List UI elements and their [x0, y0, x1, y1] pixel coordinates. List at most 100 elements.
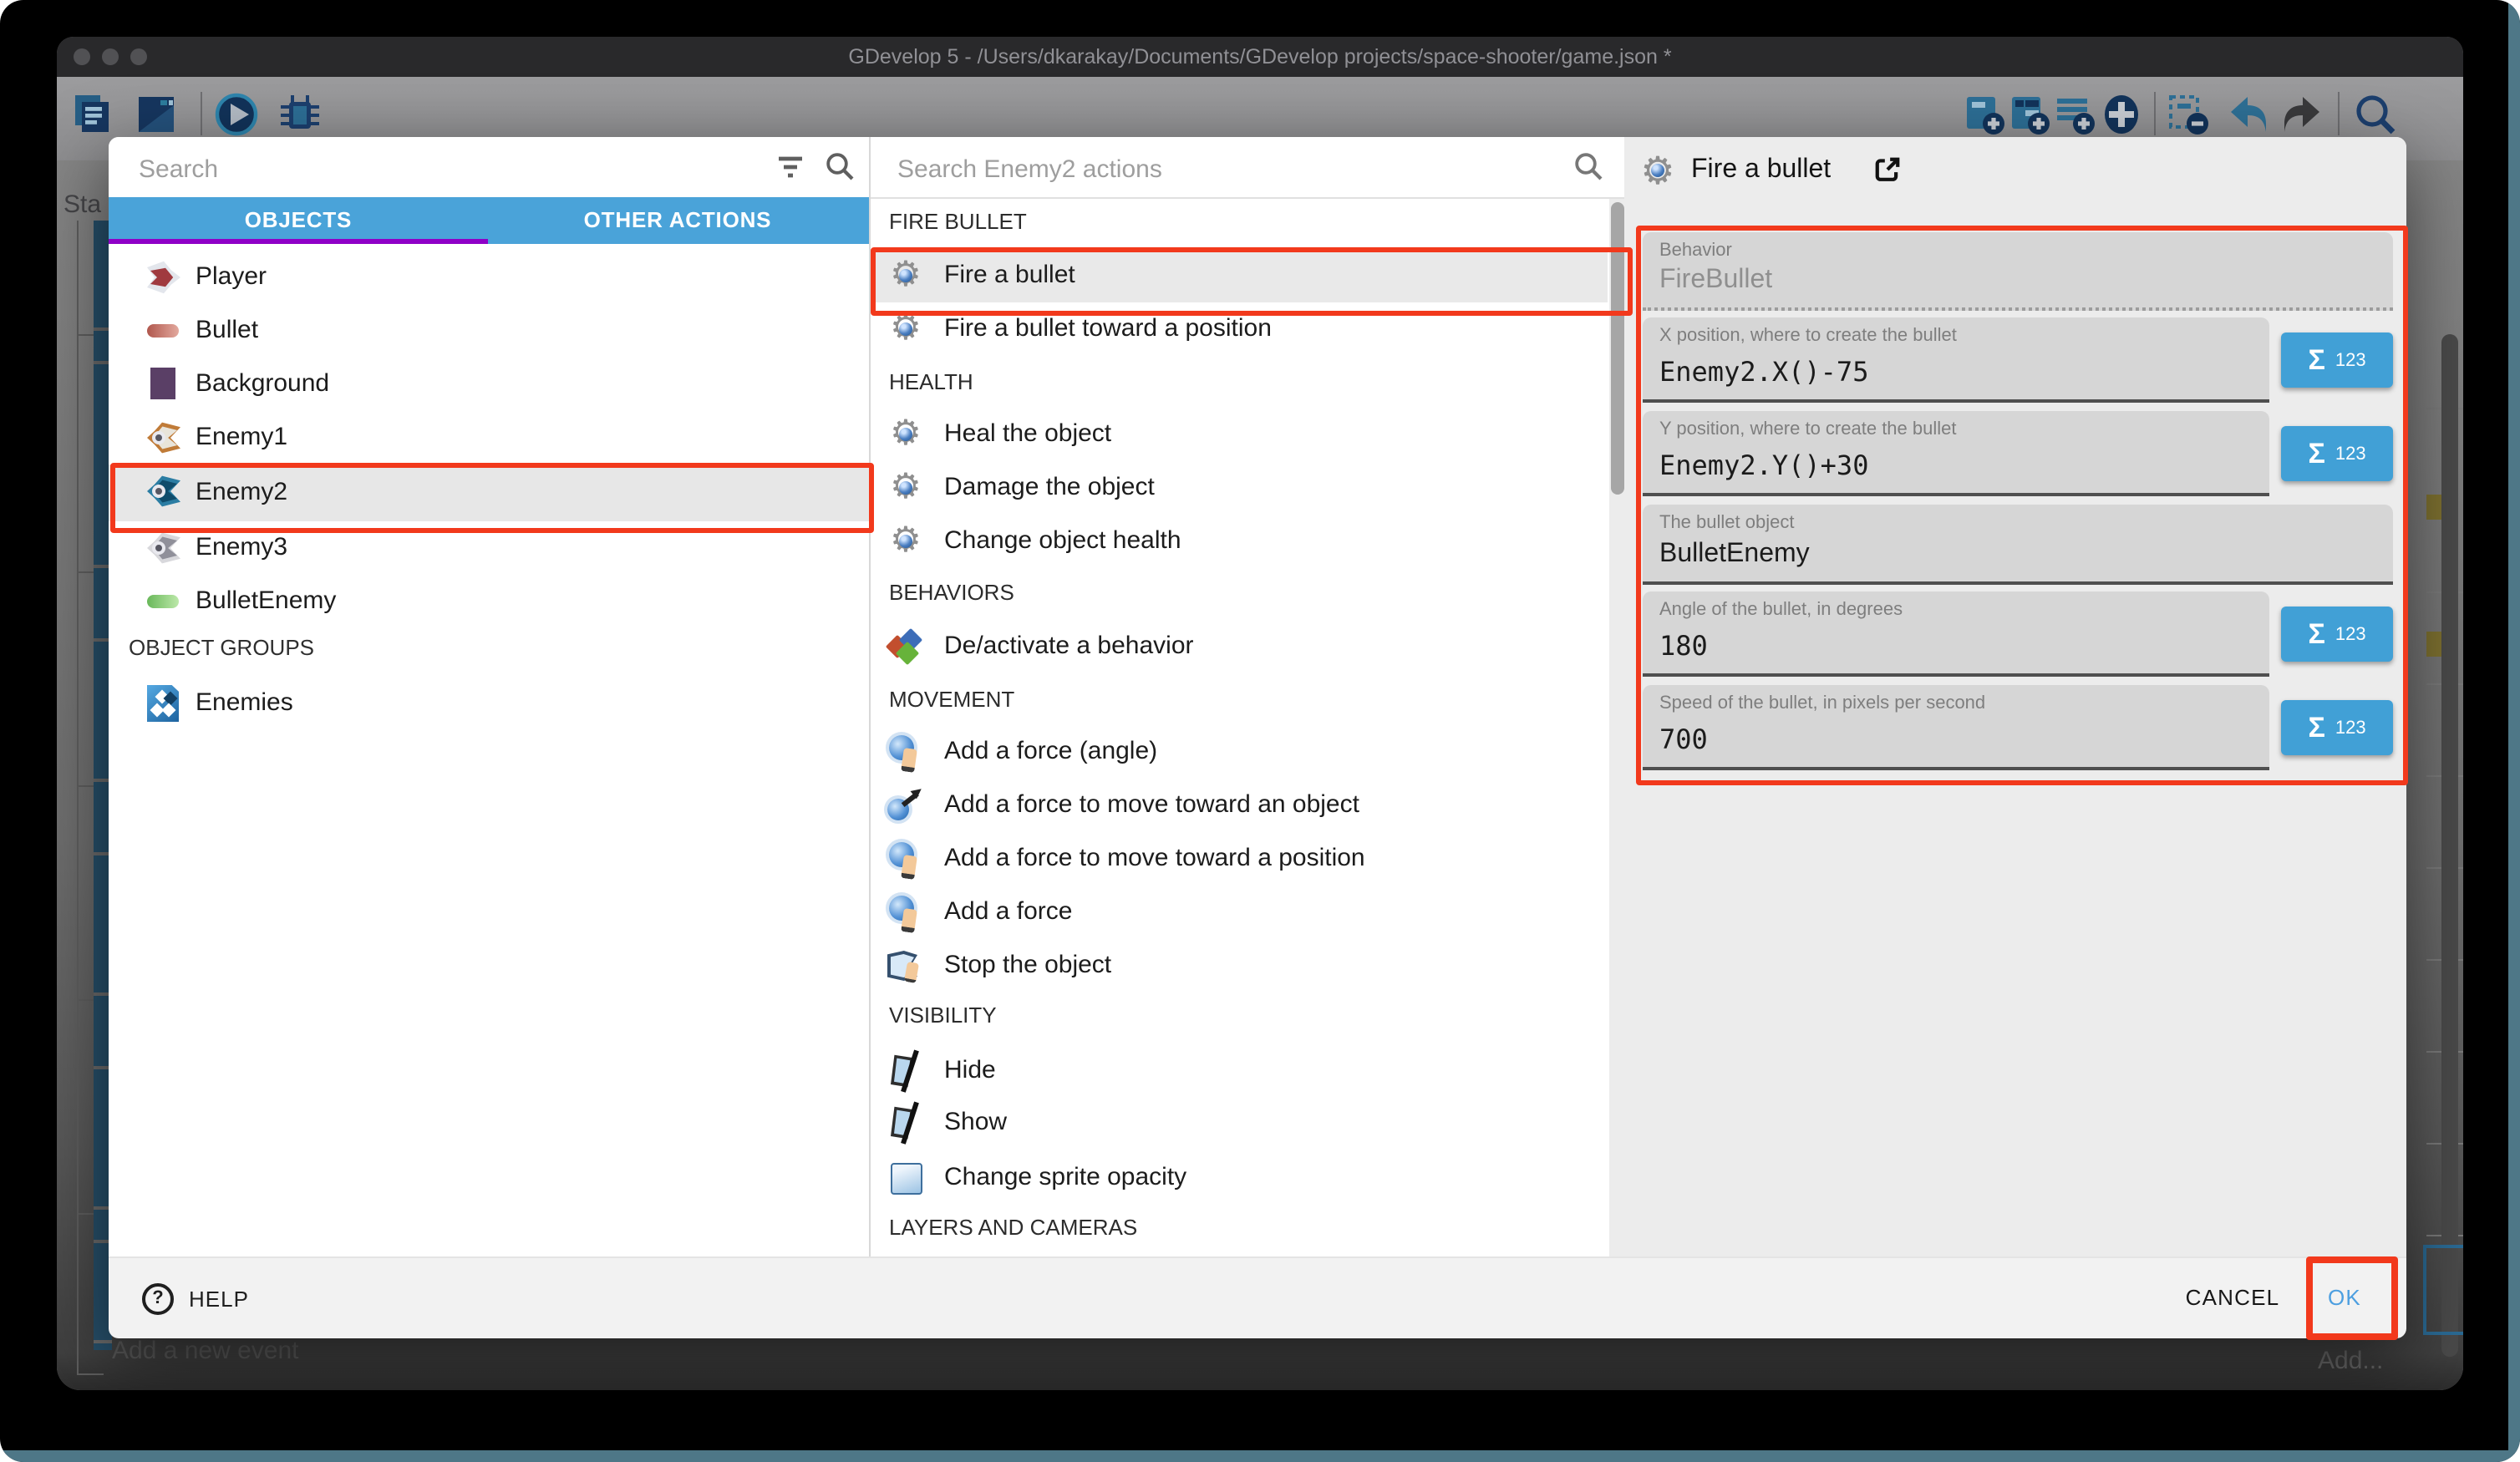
events-sheet-icon[interactable]: [70, 92, 115, 137]
objects-panel: OBJECTS OTHER ACTIONS Player Bullet Back…: [109, 137, 869, 1256]
gear-icon: [887, 416, 924, 453]
object-row-enemy3[interactable]: Enemy3: [109, 521, 869, 575]
titlebar: GDevelop 5 - /Users/dkarakay/Documents/G…: [57, 37, 2463, 77]
action-deactivate-behavior[interactable]: De/activate a behavior: [871, 625, 1608, 668]
add-comment-icon[interactable]: [2052, 92, 2097, 137]
y-position-field[interactable]: Y position, where to create the bullet E…: [1643, 411, 2269, 496]
add-event-icon[interactable]: [1962, 92, 2007, 137]
objects-search-input[interactable]: [135, 145, 694, 192]
gear-icon: [1638, 150, 1678, 190]
tab-other-actions[interactable]: OTHER ACTIONS: [488, 197, 867, 244]
scene-tab-partial-label: Sta: [64, 190, 101, 219]
object-row-bulletenemy[interactable]: BulletEnemy: [109, 575, 869, 628]
add-force-icon: [887, 840, 924, 877]
undo-icon[interactable]: [2226, 92, 2271, 137]
sigma-icon: Σ: [2308, 343, 2324, 377]
debug-icon[interactable]: [277, 92, 323, 137]
add-force-toward-object-icon: [887, 787, 924, 824]
action-fire-a-bullet[interactable]: Fire a bullet: [871, 249, 1608, 302]
player-ship-icon: [145, 259, 182, 296]
open-in-new-icon[interactable]: [1872, 154, 1903, 185]
green-bullet-icon: [145, 583, 182, 620]
object-row-enemies-group[interactable]: Enemies: [109, 677, 869, 730]
opacity-icon: [887, 1160, 924, 1196]
search-icon: [824, 150, 857, 184]
action-add-force-toward-object[interactable]: Add a force to move toward an object: [871, 784, 1608, 827]
object-row-bullet[interactable]: Bullet: [109, 304, 869, 358]
cancel-button[interactable]: CANCEL: [2166, 1278, 2299, 1318]
speed-field[interactable]: Speed of the bullet, in pixels per secon…: [1643, 685, 2269, 770]
desktop-edge-bottom: [0, 1450, 2520, 1462]
ok-button[interactable]: OK: [2314, 1278, 2375, 1318]
object-row-background[interactable]: Background: [109, 358, 869, 411]
filter-icon[interactable]: [774, 152, 807, 182]
angle-field[interactable]: Angle of the bullet, in degrees 180: [1643, 591, 2269, 677]
section-header: HEALTH: [889, 369, 973, 394]
expression-editor-button[interactable]: Σ 123: [2281, 700, 2393, 755]
background-selected-block: [2423, 1245, 2463, 1335]
tab-objects[interactable]: OBJECTS: [109, 197, 488, 244]
action-stop-object[interactable]: Stop the object: [871, 944, 1608, 987]
toolbar-divider: [2338, 92, 2340, 135]
add-subevent-icon[interactable]: [2007, 92, 2052, 137]
search-icon[interactable]: [2353, 92, 2398, 137]
behavior-icon: [887, 628, 924, 665]
action-damage-object[interactable]: Damage the object: [871, 466, 1608, 510]
add-more-button[interactable]: Add...: [2318, 1347, 2383, 1375]
action-show[interactable]: Show: [871, 1101, 1608, 1145]
action-add-force-angle[interactable]: Add a force (angle): [871, 730, 1608, 774]
add-force-icon: [887, 894, 924, 931]
expression-editor-button[interactable]: Σ 123: [2281, 426, 2393, 481]
action-heal-object[interactable]: Heal the object: [871, 413, 1608, 456]
add-new-event-button[interactable]: Add a new event: [112, 1337, 299, 1365]
delete-event-icon[interactable]: [2166, 92, 2211, 137]
redo-icon[interactable]: [2279, 92, 2324, 137]
tab-bar: OBJECTS OTHER ACTIONS: [109, 197, 869, 244]
expression-editor-button[interactable]: Σ 123: [2281, 333, 2393, 388]
actions-scrollbar-thumb[interactable]: [1611, 202, 1624, 495]
dialog-footer: HELP CANCEL OK: [109, 1256, 2406, 1338]
stop-object-icon: [887, 947, 924, 984]
object-row-enemy1[interactable]: Enemy1: [109, 411, 869, 464]
event-tree-line: [77, 221, 79, 1373]
play-icon[interactable]: [214, 92, 259, 137]
object-group-icon: [145, 685, 182, 722]
toolbar-divider: [2154, 92, 2156, 135]
action-add-force-toward-position[interactable]: Add a force to move toward a position: [871, 837, 1608, 881]
object-groups-header: OBJECT GROUPS: [129, 635, 314, 660]
parameters-panel: Fire a bullet Behavior FireBullet X posi…: [1624, 137, 2406, 1256]
gray-ship-icon: [145, 530, 182, 566]
add-condition-icon[interactable]: [2099, 92, 2144, 137]
section-header: MOVEMENT: [889, 687, 1014, 712]
action-fire-toward-position[interactable]: Fire a bullet toward a position: [871, 307, 1608, 351]
instruction-editor-dialog: OBJECTS OTHER ACTIONS Player Bullet Back…: [109, 137, 2406, 1337]
help-button[interactable]: HELP: [142, 1278, 249, 1318]
orange-ship-icon: [145, 419, 182, 456]
bullet-object-field[interactable]: The bullet object BulletEnemy: [1643, 505, 2393, 585]
section-header: FIRE BULLET: [889, 209, 1027, 234]
action-change-sprite-opacity[interactable]: Change sprite opacity: [871, 1156, 1608, 1200]
hide-icon: [887, 1053, 924, 1089]
action-change-object-health[interactable]: Change object health: [871, 520, 1608, 563]
expression-editor-button[interactable]: Σ 123: [2281, 607, 2393, 662]
red-bullet-icon: [145, 312, 182, 349]
background-scrollbar[interactable]: [2441, 334, 2458, 1357]
instruction-title: Fire a bullet: [1691, 155, 1831, 185]
object-row-enemy2[interactable]: Enemy2: [109, 464, 869, 521]
x-position-field[interactable]: X position, where to create the bullet E…: [1643, 317, 2269, 403]
gear-icon: [887, 257, 924, 294]
window-title: GDevelop 5 - /Users/dkarakay/Documents/G…: [57, 37, 2463, 77]
screenshot-background: GDevelop 5 - /Users/dkarakay/Documents/G…: [0, 0, 2520, 1462]
scene-editor-icon[interactable]: [134, 92, 179, 137]
section-header: VISIBILITY: [889, 1003, 997, 1028]
toolbar-divider: [201, 92, 202, 135]
sigma-icon: Σ: [2308, 437, 2324, 470]
actions-search-input[interactable]: [894, 145, 1536, 192]
object-row-player[interactable]: Player: [109, 251, 869, 304]
gear-icon: [887, 470, 924, 506]
action-hide[interactable]: Hide: [871, 1049, 1608, 1093]
teal-ship-icon: [145, 473, 182, 510]
action-add-force[interactable]: Add a force: [871, 891, 1608, 934]
section-header: LAYERS AND CAMERAS: [889, 1215, 1137, 1240]
actions-search-row: [871, 137, 1626, 199]
